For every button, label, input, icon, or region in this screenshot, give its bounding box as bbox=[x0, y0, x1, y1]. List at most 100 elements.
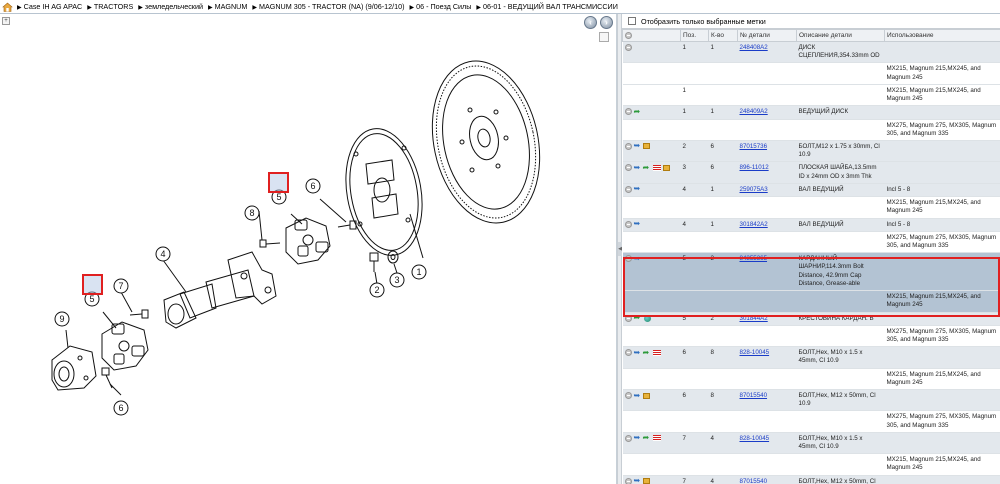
header-part-no[interactable]: № детали bbox=[737, 29, 797, 42]
package-icon[interactable] bbox=[662, 164, 670, 171]
remove-icon[interactable] bbox=[624, 255, 632, 263]
cell-qty bbox=[708, 62, 738, 85]
table-row[interactable]: MX215, Magnum 215,MX245, and Magnum 245 bbox=[622, 196, 1000, 219]
package-icon[interactable] bbox=[642, 478, 650, 484]
remove-icon[interactable] bbox=[624, 164, 632, 172]
table-row[interactable]: ➥ ➦ 6 8 828-10045 БОЛТ,Hex, M10 x 1.5 x 45mm,… bbox=[622, 346, 1000, 369]
header-usage[interactable]: Использование bbox=[884, 29, 1000, 42]
part-number-link[interactable]: 828-10045 bbox=[740, 349, 770, 356]
arrow-green-icon[interactable]: ➦ bbox=[634, 314, 642, 322]
remove-icon[interactable] bbox=[624, 477, 632, 484]
arrow-blue-icon[interactable]: ➥ bbox=[634, 477, 641, 484]
table-row[interactable]: MX215, Magnum 215,MX245, and Magnum 245 bbox=[622, 453, 1000, 476]
bolt-6-upper bbox=[337, 220, 357, 230]
part-number-link[interactable]: 87015540 bbox=[740, 392, 768, 399]
table-row[interactable]: ➥ ➦ 3 6 896-11012 ПЛОСКАЯ ШАЙБА,13.5mm ID x 2… bbox=[622, 161, 1000, 184]
table-row[interactable]: ➦ 5 2 301844A2 КРЕСТОВИНА КАРДАН. В bbox=[622, 312, 1000, 326]
arrow-green-icon[interactable]: ➦ bbox=[634, 107, 642, 115]
header-icons[interactable] bbox=[622, 29, 681, 42]
part-number-link[interactable]: 259075A3 bbox=[740, 186, 768, 193]
table-row[interactable]: MX275, Magnum 275, MX305, Magnum 305, an… bbox=[622, 325, 1000, 348]
part-number-link[interactable]: 84355365 bbox=[740, 255, 768, 262]
arrow-blue-icon[interactable]: ➥ bbox=[634, 220, 641, 228]
arrow-blue-icon[interactable]: ➥ bbox=[634, 254, 641, 262]
table-row[interactable]: ➥ ➦ 7 4 828-10045 БОЛТ,Hex, M10 x 1.5 x 45mm,… bbox=[622, 432, 1000, 455]
table-row[interactable]: ➦ 1 1 248409A2 ВЕДУЩИЙ ДИСК bbox=[622, 105, 1000, 120]
part-number-link[interactable]: 87015736 bbox=[740, 143, 768, 150]
breadcrumb-separator-icon: ▶ bbox=[207, 5, 213, 11]
stack-icon[interactable] bbox=[652, 349, 661, 356]
remove-icon[interactable] bbox=[624, 142, 632, 150]
stack-icon[interactable] bbox=[652, 164, 661, 171]
svg-text:6: 6 bbox=[310, 181, 315, 191]
arrow-blue-icon[interactable]: ➥ bbox=[634, 391, 641, 399]
table-row[interactable]: 1 MX215, Magnum 215,MX245, and Magnum 245 bbox=[622, 84, 1000, 107]
collapse-all-icon[interactable] bbox=[625, 31, 632, 39]
filter-checkbox[interactable] bbox=[628, 17, 636, 25]
table-row[interactable]: MX275, Magnum 275, MX305, Magnum 305, an… bbox=[622, 119, 1000, 141]
breadcrumb-item[interactable]: 06 - Поезд Силы bbox=[416, 2, 471, 11]
table-row[interactable]: ➥ 4 1 301842A2 ВАЛ ВЕДУЩИЙ Incl 5 - 8 bbox=[622, 218, 1000, 232]
breadcrumb-item[interactable]: TRACTORS bbox=[94, 2, 133, 11]
remove-icon[interactable] bbox=[624, 108, 632, 116]
part-number-link[interactable]: 87015540 bbox=[740, 478, 768, 484]
arrow-green-icon[interactable]: ➦ bbox=[643, 163, 651, 171]
part-number-link[interactable]: 248409A2 bbox=[740, 108, 768, 115]
part-number-link[interactable]: 301842A2 bbox=[740, 221, 768, 228]
arrow-blue-icon[interactable]: ➥ bbox=[634, 348, 641, 356]
arrow-blue-icon[interactable]: ➥ bbox=[634, 163, 641, 171]
cell-part-no: 248408A2 bbox=[737, 41, 797, 64]
row-icons bbox=[622, 41, 681, 64]
arrow-blue-icon[interactable]: ➥ bbox=[634, 142, 641, 150]
header-pos[interactable]: Поз. bbox=[680, 29, 709, 42]
cell-qty bbox=[708, 196, 738, 219]
part-number-link[interactable]: 828-10045 bbox=[740, 435, 770, 442]
highlight-callout-5-upper[interactable] bbox=[268, 172, 289, 193]
remove-icon[interactable] bbox=[624, 220, 632, 228]
breadcrumb-item[interactable]: Case IH AG APAC bbox=[24, 2, 83, 11]
table-row[interactable]: MX215, Magnum 215,MX245, and Magnum 245 bbox=[622, 62, 1000, 85]
row-icons bbox=[622, 62, 681, 85]
part-number-link[interactable]: 896-11012 bbox=[740, 164, 769, 171]
home-icon[interactable] bbox=[2, 2, 13, 12]
part-number-link[interactable]: 248408A2 bbox=[740, 44, 768, 51]
breadcrumb-item[interactable]: 06-01 - ВЕДУЩИЙ ВАЛ ТРАНСМИССИИ bbox=[483, 2, 618, 11]
table-row[interactable]: 1 1 248408A2 ДИСК СЦЕПЛЕНИЯ,354.33mm OD bbox=[622, 41, 1000, 64]
remove-icon[interactable] bbox=[624, 434, 632, 442]
header-qty[interactable]: К-во bbox=[708, 29, 738, 42]
cell-description bbox=[796, 62, 885, 85]
arrow-blue-icon[interactable]: ➥ bbox=[634, 434, 641, 442]
table-row[interactable]: MX275, Magnum 275, MX305, Magnum 305, an… bbox=[622, 410, 1000, 433]
row-icons: ➥ ➦ bbox=[622, 432, 681, 455]
package-icon[interactable] bbox=[642, 143, 650, 150]
table-row[interactable]: ➥ 7487015540 БОЛТ,Hex, M12 x 50mm, Cl 10.9 bbox=[622, 475, 1000, 484]
breadcrumb-item[interactable]: MAGNUM bbox=[215, 2, 248, 11]
remove-icon[interactable] bbox=[624, 314, 632, 322]
remove-icon[interactable] bbox=[624, 185, 632, 193]
stack-icon[interactable] bbox=[652, 435, 661, 442]
arrow-blue-icon[interactable]: ➥ bbox=[634, 185, 641, 193]
breadcrumb-item[interactable]: земледельческий bbox=[145, 2, 203, 11]
table-row[interactable]: ➥ 5 2 84355365 КАРДАННЫЙ ШАРНИР,114.3mm Bolt… bbox=[622, 252, 1000, 292]
table-row[interactable]: MX275, Magnum 275, MX305, Magnum 305, an… bbox=[622, 231, 1000, 254]
table-row[interactable]: ➥ 2 6 87015736 БОЛТ,M12 x 1.75 x 30mm, Cl 10… bbox=[622, 140, 1000, 163]
remove-icon[interactable] bbox=[624, 44, 632, 51]
package-icon[interactable] bbox=[642, 392, 650, 399]
header-description[interactable]: Описание детали bbox=[796, 29, 885, 42]
table-row[interactable]: MX215, Magnum 215,MX245, and Magnum 245 bbox=[622, 368, 1000, 391]
filter-bar: Отобразить только выбранные метки bbox=[622, 14, 1000, 29]
remove-icon[interactable] bbox=[624, 349, 632, 357]
part-number-link[interactable]: 301844A2 bbox=[740, 315, 768, 322]
cell-usage bbox=[884, 140, 1000, 163]
cell-pos: 4 bbox=[680, 183, 709, 198]
remove-icon[interactable] bbox=[624, 392, 632, 400]
table-row[interactable]: ➥ 6 8 87015540 БОЛТ,Hex, M12 x 50mm, Cl 10.9 bbox=[622, 389, 1000, 412]
table-row[interactable]: MX215, Magnum 215,MX245, and Magnum 245 bbox=[622, 290, 1000, 313]
cell-qty: 6 bbox=[708, 161, 738, 184]
breadcrumb-item[interactable]: MAGNUM 305 - TRACTOR (NA) (9/06-12/10) bbox=[259, 2, 405, 11]
table-row[interactable]: ➥ 4 1 259075A3 ВАЛ ВЕДУЩИЙ Incl 5 - 8 bbox=[622, 183, 1000, 198]
highlight-callout-5-lower[interactable] bbox=[82, 274, 103, 295]
arrow-green-icon[interactable]: ➦ bbox=[643, 348, 651, 356]
arrow-green-icon[interactable]: ➦ bbox=[643, 434, 651, 442]
globe-icon[interactable] bbox=[643, 314, 651, 322]
